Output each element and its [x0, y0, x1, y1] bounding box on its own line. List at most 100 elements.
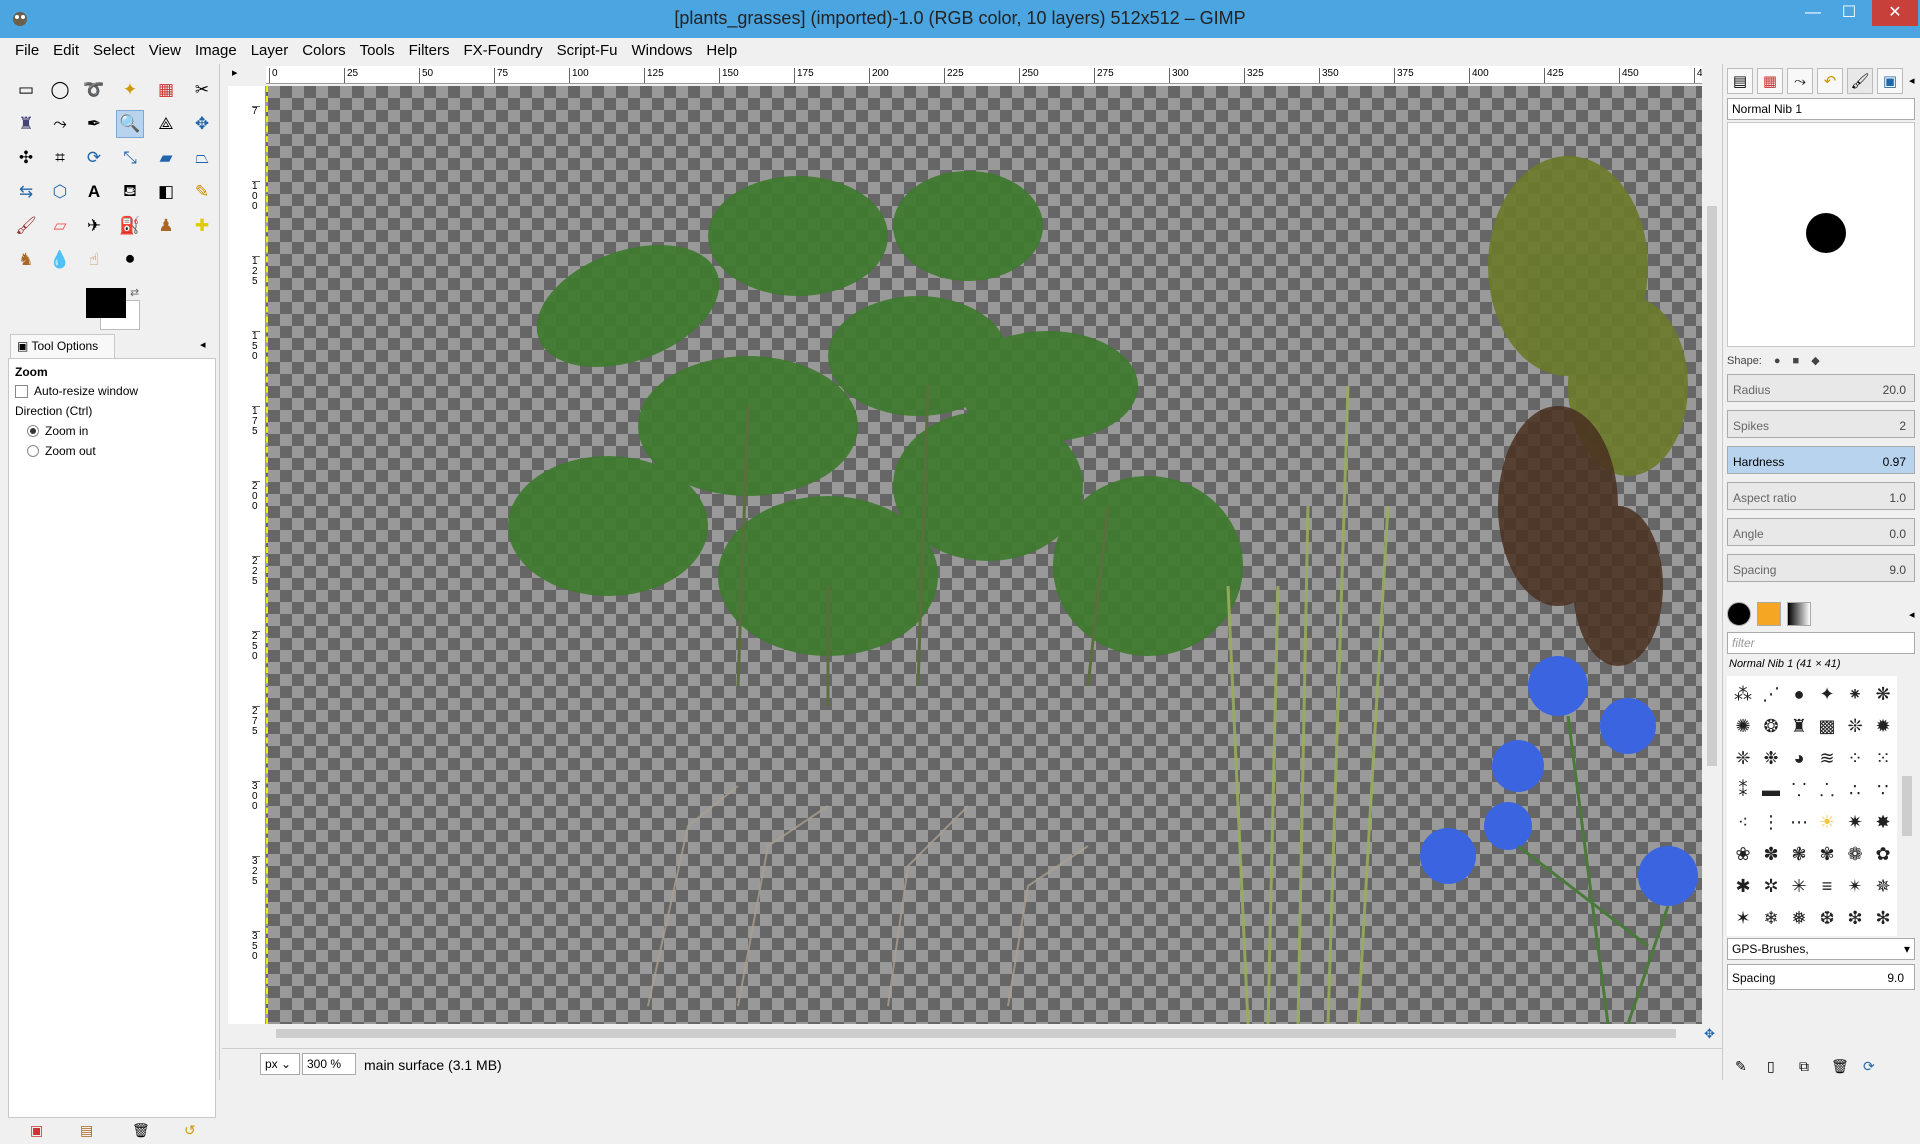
brush-thumb[interactable]: ✻	[1869, 902, 1897, 934]
brush-thumb[interactable]: ✦	[1813, 678, 1841, 710]
circle-shape-icon[interactable]: ●	[1774, 355, 1781, 367]
brush-thumb[interactable]: ∵	[1869, 774, 1897, 806]
configure-tab-icon[interactable]: ◂	[200, 338, 206, 351]
menu-tools[interactable]: Tools	[353, 38, 402, 59]
color-picker-icon[interactable]: ✒	[80, 110, 108, 138]
unit-select[interactable]: px ⌄	[260, 1053, 300, 1075]
brush-thumb[interactable]: ❈	[1729, 742, 1757, 774]
zoom-out-option[interactable]: Zoom out	[9, 441, 215, 461]
vertical-ruler[interactable]: 7 1 0 0 1 2 5 1 5 0 1 7 5 2 0 0 2 2 5 2 5 0 2 7 …	[228, 86, 266, 1024]
brush-thumb[interactable]: ∴	[1841, 774, 1869, 806]
brush-name-field[interactable]: Normal Nib 1	[1727, 98, 1915, 120]
restore-options-icon[interactable]: ▤	[80, 1122, 93, 1139]
new-brush-icon[interactable]: ▯	[1767, 1058, 1775, 1075]
brush-thumb[interactable]: ⋯	[1785, 806, 1813, 838]
delete-brush-icon[interactable]: 🗑	[1831, 1058, 1849, 1075]
horizontal-scrollbar-thumb[interactable]	[276, 1029, 1676, 1038]
brush-thumb[interactable]: ✴	[1841, 870, 1869, 902]
shear-icon[interactable]: ▰	[152, 144, 180, 172]
brush-thumb[interactable]: ⸫	[1813, 774, 1841, 806]
brush-thumb[interactable]: ✶	[1729, 902, 1757, 934]
zoom-in-radio[interactable]	[27, 425, 39, 437]
bucket-fill-icon[interactable]: ⛾	[116, 178, 144, 206]
rotate-icon[interactable]: ⟳	[80, 144, 108, 172]
menu-layer[interactable]: Layer	[244, 38, 296, 59]
tab-patterns[interactable]: ▣	[1877, 68, 1903, 94]
smudge-icon[interactable]: ☝	[80, 246, 108, 274]
brush-thumb[interactable]: ❇	[1841, 902, 1869, 934]
menu-windows[interactable]: Windows	[625, 38, 700, 59]
menu-image[interactable]: Image	[188, 38, 244, 59]
menu-file[interactable]: File	[8, 38, 46, 59]
brush-thumb[interactable]: ✼	[1757, 934, 1785, 936]
tab-undo[interactable]: ↶	[1817, 68, 1843, 94]
tab-paths[interactable]: ⤳	[1787, 68, 1813, 94]
tab-brushes[interactable]: 🖌	[1847, 68, 1873, 94]
brush-thumb[interactable]: ▬	[1757, 774, 1785, 806]
tab-brushes-list[interactable]	[1727, 602, 1751, 626]
brush-thumb[interactable]: ✷	[1841, 806, 1869, 838]
brush-thumb[interactable]: ✺	[1729, 710, 1757, 742]
brush-thumb[interactable]: ⁂	[1729, 678, 1757, 710]
measure-icon[interactable]: ⟁	[152, 110, 180, 138]
vertical-scrollbar[interactable]	[1702, 86, 1722, 1024]
flip-icon[interactable]: ⇆	[12, 178, 40, 206]
horizontal-scrollbar[interactable]	[266, 1024, 1702, 1042]
brush-thumb[interactable]: ⋰	[1757, 678, 1785, 710]
menu-view[interactable]: View	[142, 38, 188, 59]
horizontal-ruler[interactable]: 0 25 50 75 100 125 150 175 200 225 250 275 300 325 350…	[266, 66, 1702, 84]
menu-script-fu[interactable]: Script-Fu	[550, 38, 625, 59]
brush-thumb[interactable]: ≋	[1813, 742, 1841, 774]
brush-thumb[interactable]: ❂	[1757, 710, 1785, 742]
rect-select-icon[interactable]: ▭	[12, 76, 40, 104]
menu-edit[interactable]: Edit	[46, 38, 86, 59]
brush-thumb[interactable]: ❄	[1757, 902, 1785, 934]
brush-thumb[interactable]: ▩	[1813, 710, 1841, 742]
paths-icon[interactable]: ⤳	[46, 110, 74, 138]
brush-thumb[interactable]: ❀	[1729, 838, 1757, 870]
image-canvas[interactable]	[266, 86, 1702, 1024]
brush-thumb[interactable]: ✾	[1813, 838, 1841, 870]
dock-configure-icon[interactable]: ◂	[1909, 74, 1915, 87]
brush-thumb[interactable]: ❉	[1757, 742, 1785, 774]
angle-spinner[interactable]: Angle 0.0	[1727, 518, 1915, 546]
select-by-color-icon[interactable]: ▦	[152, 76, 180, 104]
hardness-spinner[interactable]: Hardness 0.97	[1727, 446, 1915, 474]
quick-mask-menu-icon[interactable]: ▸	[232, 66, 238, 79]
brush-thumb[interactable]: ●	[1785, 678, 1813, 710]
blur-icon[interactable]: 💧	[46, 246, 74, 274]
tab-layers[interactable]: ▤	[1727, 68, 1753, 94]
zoom-in-option[interactable]: Zoom in	[9, 421, 215, 441]
clone-icon[interactable]: ♟	[152, 212, 180, 240]
brush-thumb[interactable]: ❁	[1841, 838, 1869, 870]
brush-thumb[interactable]: ❋	[1785, 934, 1813, 936]
spikes-spinner[interactable]: Spikes 2	[1727, 410, 1915, 438]
brush-thumb[interactable]: ⁙	[1869, 742, 1897, 774]
perspective-icon[interactable]: ⏢	[188, 144, 216, 172]
ink-icon[interactable]: ⛽	[116, 212, 144, 240]
menu-colors[interactable]: Colors	[295, 38, 352, 59]
spacing-spinner[interactable]: Spacing 9.0	[1727, 554, 1915, 582]
auto-resize-checkbox[interactable]	[15, 384, 28, 398]
brush-thumb[interactable]: ❃	[1785, 838, 1813, 870]
brush-thumb[interactable]: ◕	[1785, 742, 1813, 774]
cage-transform-icon[interactable]: ⬡	[46, 178, 74, 206]
brush-thumb[interactable]: ✵	[1869, 870, 1897, 902]
duplicate-brush-icon[interactable]: ⧉	[1799, 1058, 1809, 1075]
zoom-select[interactable]: 300 %	[302, 1053, 356, 1075]
zoom-out-radio[interactable]	[27, 445, 39, 457]
brush-thumb[interactable]: ⁘	[1841, 742, 1869, 774]
save-options-icon[interactable]: ▣	[30, 1122, 43, 1139]
brush-thumb[interactable]: ⁑	[1729, 774, 1757, 806]
pencil-icon[interactable]: ✎	[188, 178, 216, 206]
brush-thumb[interactable]: ⁕	[1841, 678, 1869, 710]
brush-thumb[interactable]: ✲	[1757, 870, 1785, 902]
heal-icon[interactable]: ✚	[188, 212, 216, 240]
free-select-icon[interactable]: ➰	[80, 76, 108, 104]
brushes-configure-icon[interactable]: ◂	[1909, 608, 1915, 621]
align-icon[interactable]: ✣	[12, 144, 40, 172]
edit-brush-icon[interactable]: ✎	[1735, 1058, 1747, 1075]
radius-spinner[interactable]: Radius 20.0	[1727, 374, 1915, 402]
brush-grid-scrollbar-thumb[interactable]	[1902, 776, 1912, 836]
tab-patterns-list[interactable]	[1757, 602, 1781, 626]
